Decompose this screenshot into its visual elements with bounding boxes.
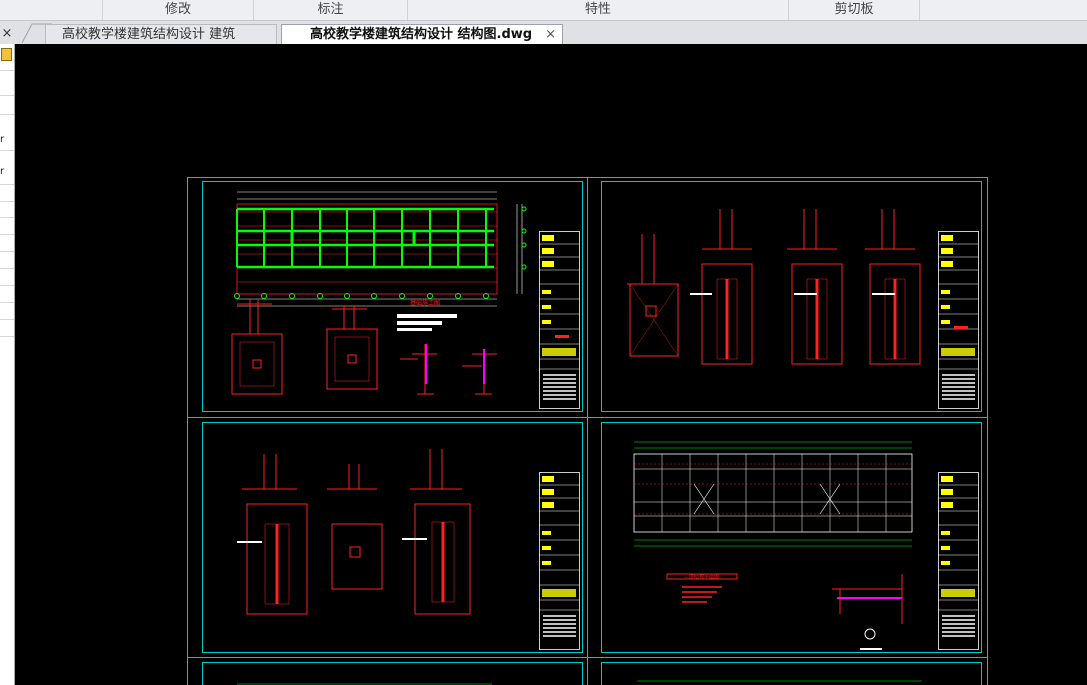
palette-letter: r xyxy=(0,166,5,177)
close-icon[interactable]: × xyxy=(545,25,556,45)
footing-details-sheet2 xyxy=(627,209,921,365)
ribbon-panel-properties[interactable]: 特性 xyxy=(408,0,789,20)
footing-details-sheet3 xyxy=(237,449,471,615)
tool-palette: r r xyxy=(0,44,15,685)
palette-divider xyxy=(0,302,14,303)
palette-letter: r xyxy=(0,134,5,145)
tab-structure-drawing[interactable]: 高校教学楼建筑结构设计 结构图.dwg × xyxy=(281,24,563,44)
ribbon-panel-spacer xyxy=(0,0,103,20)
title-block-4 xyxy=(938,472,979,650)
tab-label: 高校教学楼建筑结构设计 结构图.dwg xyxy=(310,27,533,42)
close-icon[interactable]: × xyxy=(0,24,14,44)
ribbon-panel-modify[interactable]: 修改 xyxy=(103,0,254,20)
palette-divider xyxy=(0,70,14,71)
ribbon-panel-bar: 修改 标注 特性 剪切板 xyxy=(0,0,1087,21)
palette-divider xyxy=(0,319,14,320)
second-floor-plan: 二层结构平面图 xyxy=(633,441,913,650)
palette-divider xyxy=(0,114,14,115)
palette-divider xyxy=(0,184,14,185)
partial-sheet-content xyxy=(237,680,922,685)
sheet-border-6 xyxy=(601,662,982,685)
cad-drawing: 基础施工图 二层结构平面图 xyxy=(187,177,988,685)
palette-divider xyxy=(0,217,14,218)
sheet-border-4 xyxy=(601,422,982,653)
palette-divider xyxy=(0,95,14,96)
ribbon-panel-clipboard[interactable]: 剪切板 xyxy=(789,0,920,20)
sheet-border-5 xyxy=(202,662,583,685)
title-block-2 xyxy=(938,231,979,409)
foundation-plan: 基础施工图 xyxy=(234,191,527,331)
second-floor-plan-title: 二层结构平面图 xyxy=(684,573,719,580)
palette-divider xyxy=(0,150,14,151)
palette-divider xyxy=(0,336,14,337)
tab-architecture-drawing[interactable]: 高校教学楼建筑结构设计 建筑图.dwg xyxy=(45,24,277,62)
palette-divider xyxy=(0,285,14,286)
palette-divider xyxy=(0,234,14,235)
sheet-border-1 xyxy=(202,181,583,412)
layer-icon[interactable] xyxy=(1,48,12,61)
title-block-1 xyxy=(539,231,580,409)
ribbon-panel-annotate[interactable]: 标注 xyxy=(254,0,408,20)
title-block-3 xyxy=(539,472,580,650)
foundation-plan-title: 基础施工图 xyxy=(410,299,440,307)
document-tab-bar: 高校教学楼建筑结构设计 建筑图.dwg 高校教学楼建筑结构设计 结构图.dwg … xyxy=(0,21,1087,62)
palette-divider xyxy=(0,251,14,252)
drawing-canvas[interactable]: 基础施工图 二层结构平面图 xyxy=(22,44,1087,685)
sheet-border-3 xyxy=(202,422,583,653)
palette-divider xyxy=(0,268,14,269)
footing-details-sheet1 xyxy=(231,299,497,395)
palette-divider xyxy=(0,201,14,202)
